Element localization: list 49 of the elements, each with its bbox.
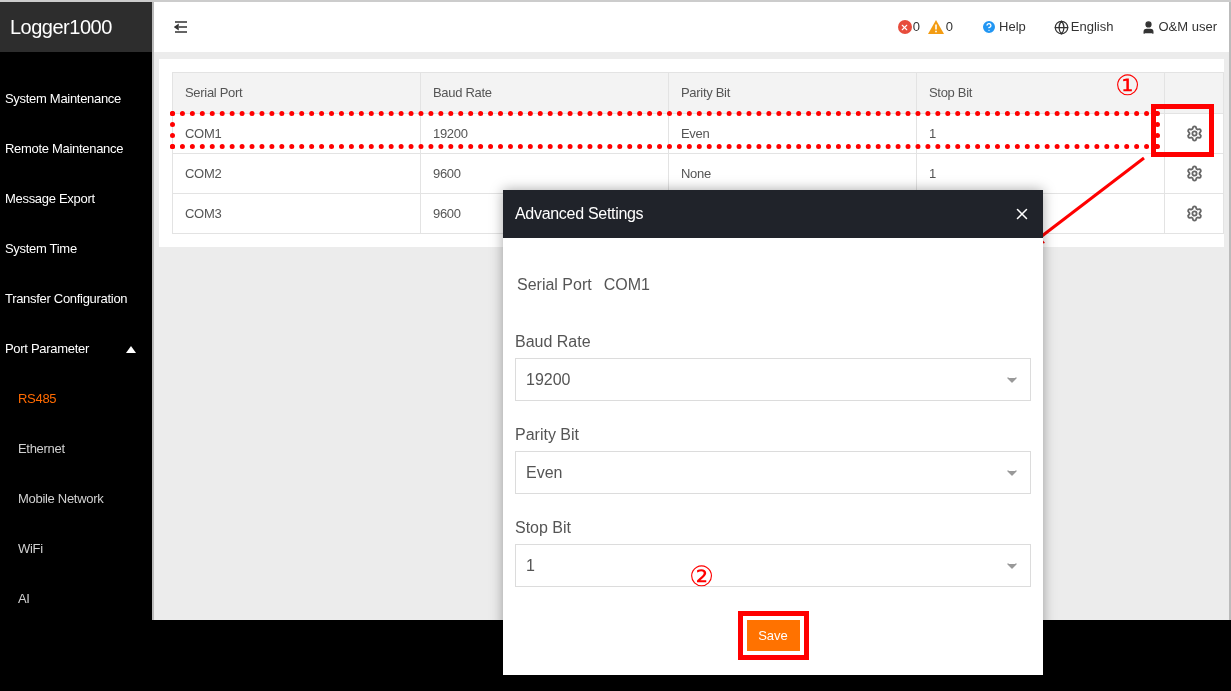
error-count: 0 — [912, 18, 920, 37]
step-number: ① — [1115, 72, 1140, 100]
table-cell-text: 9600 — [433, 204, 461, 223]
column-header: Serial Port — [185, 84, 243, 103]
caret-icon[interactable] — [126, 345, 136, 353]
table-cell-text: 1 — [929, 124, 936, 143]
app-title: Logger1000 — [10, 15, 112, 40]
table-cell-text: 19200 — [433, 124, 468, 143]
sidebar-item[interactable]: Ethernet — [18, 439, 65, 459]
dropdown-field[interactable]: Even — [515, 451, 1031, 494]
column-header: Baud Rate — [433, 84, 492, 103]
table-cell-text: Even — [681, 124, 710, 143]
settings-icon[interactable] — [1185, 165, 1203, 182]
table-cell-text: 1 — [929, 164, 936, 183]
table-cell-text: 9600 — [433, 164, 461, 183]
sidebar-item[interactable]: Transfer Configuration — [5, 289, 128, 309]
language-selector[interactable]: English — [1053, 17, 1114, 37]
column-header: Stop Bit — [929, 84, 973, 103]
table-cell-text: None — [681, 164, 711, 183]
table-cell-text: COM1 — [185, 124, 222, 143]
field-label: Serial Port — [517, 275, 592, 295]
sidebar-item[interactable]: System Maintenance — [5, 89, 121, 109]
sidebar-item[interactable]: AI — [18, 589, 30, 609]
table-cell-text: COM2 — [185, 164, 222, 183]
field-label: Baud Rate — [515, 332, 591, 352]
user-icon — [1141, 19, 1157, 35]
help-icon — [981, 19, 998, 35]
sidebar-item[interactable]: Remote Maintenance — [5, 139, 124, 159]
settings-icon[interactable] — [1185, 125, 1203, 142]
dialog-title: Advanced Settings — [515, 204, 644, 224]
sidebar-item[interactable]: System Time — [5, 239, 77, 259]
error-icon[interactable] — [897, 20, 912, 34]
user-menu[interactable]: O&M user — [1141, 17, 1217, 37]
sidebar-item[interactable]: Port Parameter — [5, 339, 89, 359]
globe-icon — [1053, 19, 1069, 35]
dropdown-field[interactable]: 19200 — [515, 358, 1031, 401]
sidebar-item[interactable]: Message Export — [5, 189, 95, 209]
field-label: Stop Bit — [515, 518, 572, 538]
sidebar-item[interactable]: Mobile Network — [18, 489, 104, 509]
sidebar-item[interactable]: WiFi — [18, 539, 43, 559]
table-cell-text: COM3 — [185, 204, 222, 223]
sidebar-item[interactable]: RS485 — [18, 389, 57, 409]
warning-count: 0 — [945, 18, 954, 37]
menu-icon[interactable] — [174, 21, 188, 33]
column-header: Parity Bit — [681, 84, 730, 103]
field-label: Parity Bit — [515, 425, 579, 445]
field-value: COM1 — [603, 275, 650, 295]
help-link[interactable]: Help — [981, 17, 1026, 37]
settings-icon[interactable] — [1185, 205, 1203, 222]
